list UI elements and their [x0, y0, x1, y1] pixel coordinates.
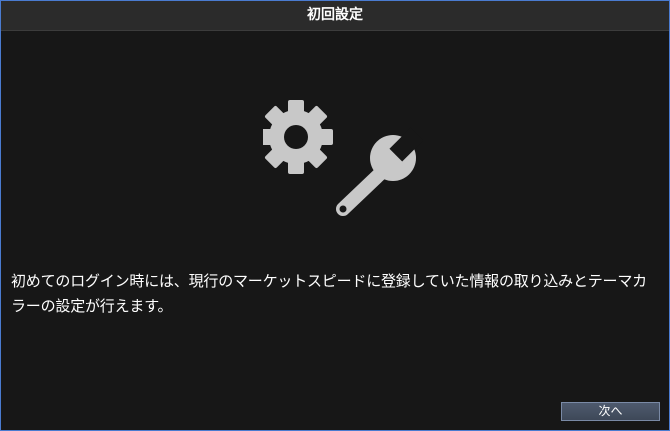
dialog-title: 初回設定 — [1, 1, 669, 31]
wrench-icon — [336, 127, 424, 216]
gear-icon — [259, 100, 333, 174]
next-button[interactable]: 次へ — [561, 402, 660, 421]
intro-message: 初めてのログイン時には、現行のマーケットスピードに登録していた情報の取り込みとテ… — [11, 272, 647, 315]
gear-wrench-icon — [259, 96, 424, 221]
setup-dialog: 初回設定 初めてのログイン時には、現行のマーケットスピードに登録していた情報の取… — [0, 0, 670, 431]
